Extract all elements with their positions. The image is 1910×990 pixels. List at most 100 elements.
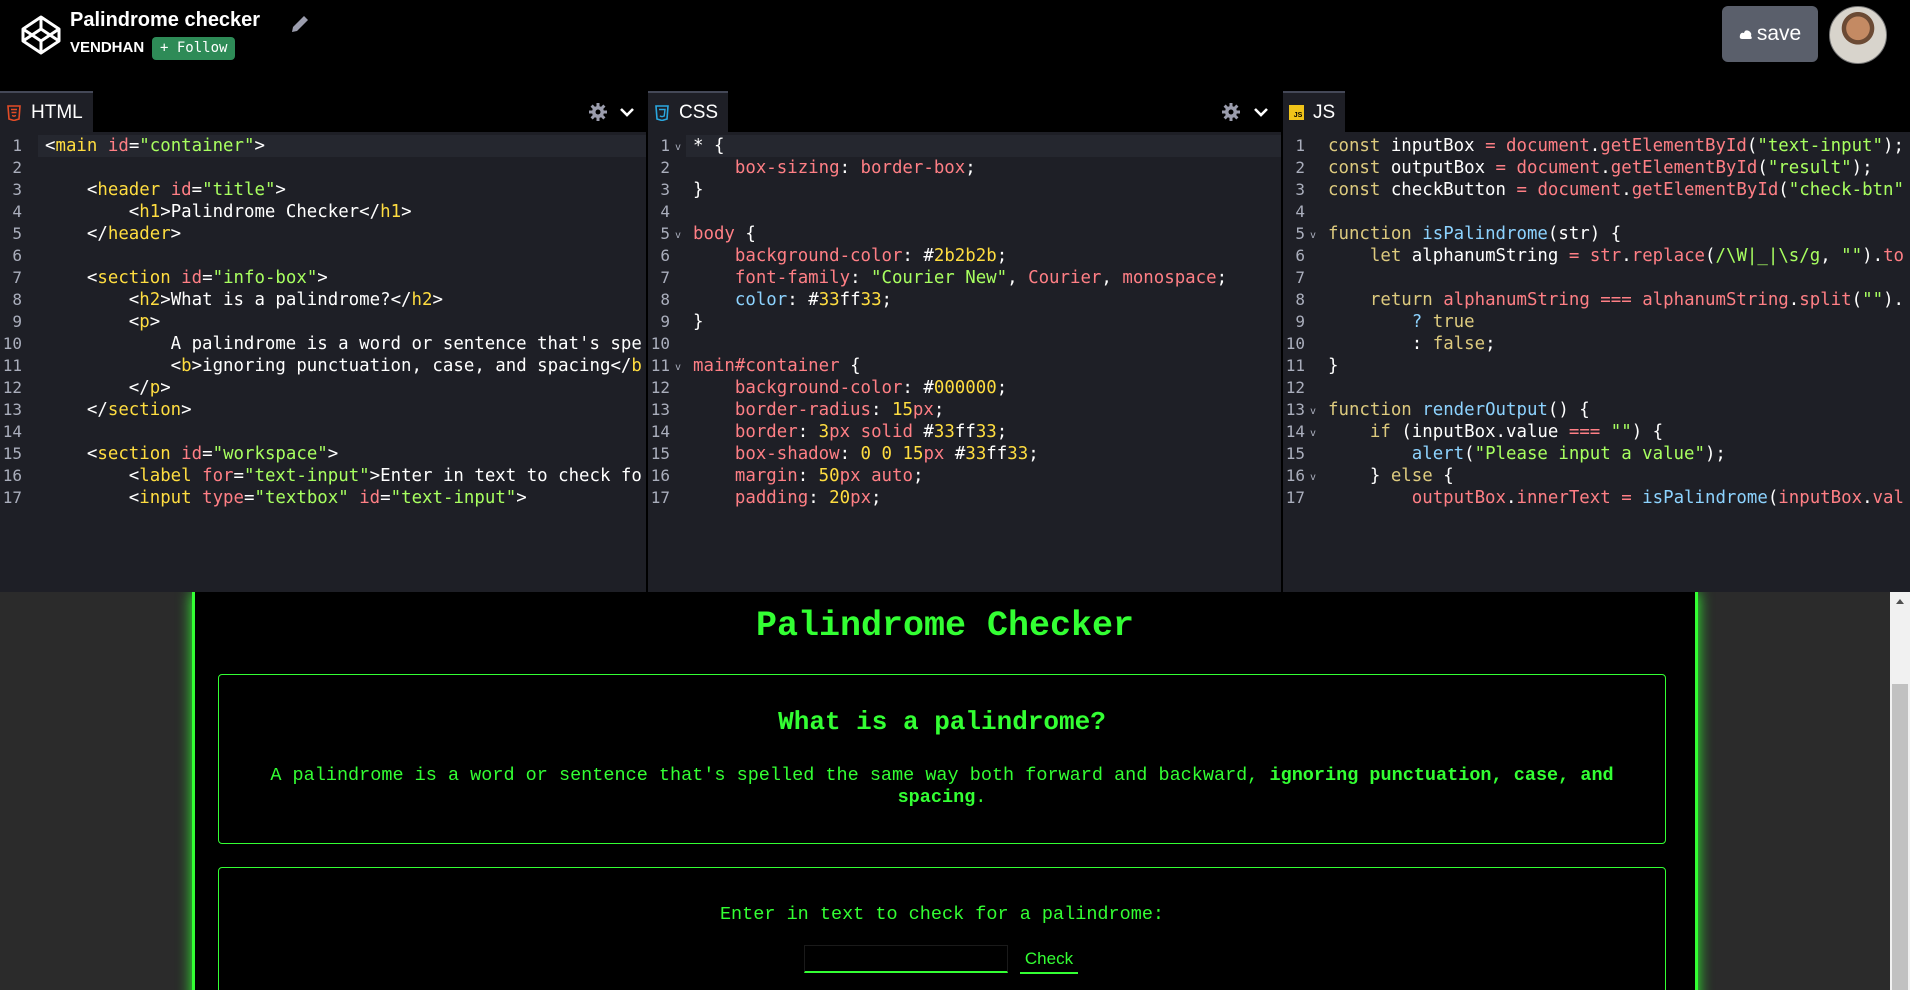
pen-title[interactable]: Palindrome checker [70, 9, 260, 32]
user-avatar[interactable] [1829, 6, 1887, 64]
html-collapse-chevron-icon[interactable] [617, 102, 637, 122]
code-line[interactable]: color: #33ff33; [693, 289, 892, 311]
code-line[interactable]: * { [693, 135, 724, 157]
follow-button[interactable]: + Follow [152, 37, 236, 60]
line-number: 5 [12, 224, 22, 243]
line-number: 11 [650, 356, 670, 375]
scrollbar-thumb[interactable] [1892, 684, 1908, 990]
css-code-editor[interactable]: 1 v 2 3 4 5 v 6 7 8 9 10 11 v 12 13 14 15 16 17 * { box-siz… [648, 132, 1281, 592]
code-line[interactable]: A palindrome is a word or sentence that'… [45, 333, 642, 355]
code-line[interactable]: box-shadow: 0 0 15px #33ff33; [693, 443, 1039, 465]
code-line[interactable]: function renderOutput() { [1328, 399, 1590, 421]
code-token: "" [1610, 422, 1632, 442]
code-line[interactable]: } [693, 179, 703, 201]
js-tab[interactable]: JS JS [1283, 91, 1346, 132]
code-line[interactable]: <section id="info-box"> [45, 267, 328, 289]
code-token: type [202, 488, 244, 508]
fold-toggle-icon[interactable]: v [675, 355, 681, 377]
code-line[interactable]: </p> [45, 377, 171, 399]
codepen-logo-icon[interactable] [20, 14, 62, 56]
code-token: id [170, 180, 192, 200]
save-button[interactable]: save [1722, 6, 1818, 62]
code-token: border-box [860, 158, 966, 178]
css-collapse-chevron-icon[interactable] [1251, 102, 1271, 122]
scroll-up-arrow-icon[interactable] [1894, 596, 1906, 608]
code-line[interactable]: </header> [45, 223, 181, 245]
js-pane-header: JS JS [1283, 91, 1910, 132]
code-line[interactable]: <section id="workspace"> [45, 443, 338, 465]
code-token: "" [1862, 290, 1884, 310]
code-line[interactable]: font-family: "Courier New", Courier, mon… [693, 267, 1227, 289]
code-line[interactable]: main#container { [693, 355, 861, 377]
js-code-editor[interactable]: 1 2 3 4 5 v 6 7 8 9 10 11 12 13 v 14 v 15 16 v 17 const inpu… [1283, 132, 1910, 592]
code-line[interactable]: let alphanumString = str.replace(/\W|_|\… [1328, 245, 1904, 267]
code-token: ( [1851, 290, 1863, 310]
info-text: A palindrome is a word or sentence that'… [270, 765, 1270, 786]
fold-toggle-icon[interactable]: v [675, 135, 681, 157]
edit-title-pencil-icon[interactable] [288, 12, 312, 36]
code-line[interactable]: <main id="container"> [45, 135, 265, 157]
css-settings-gear-icon[interactable] [1221, 102, 1241, 122]
code-line[interactable]: } [693, 311, 703, 333]
code-line[interactable]: </section> [45, 399, 192, 421]
code-line[interactable]: <input type="textbox" id="text-input"> [45, 487, 527, 509]
code-line[interactable]: body { [693, 223, 756, 245]
code-line[interactable]: box-sizing: border-box; [693, 157, 976, 179]
code-line[interactable]: <header id="title"> [45, 179, 286, 201]
html-code-editor[interactable]: 1 2 3 4 5 6 7 8 9 10 11 12 13 14 15 16 17 <main id="cont… [0, 132, 646, 592]
code-line[interactable]: return alphanumString === alphanumString… [1328, 289, 1904, 311]
code-token: border-radius [734, 400, 872, 420]
code-token: </ [86, 400, 108, 420]
code-line[interactable]: : false; [1328, 333, 1496, 355]
code-token: if [1369, 422, 1391, 442]
text-input[interactable] [804, 945, 1008, 973]
code-token: "Courier New" [871, 268, 1008, 288]
code-line[interactable]: background-color: #2b2b2b; [693, 245, 1007, 267]
code-line[interactable]: } else { [1328, 465, 1454, 487]
code-line[interactable]: const inputBox = document.getElementById… [1328, 135, 1904, 157]
code-token: main [55, 136, 98, 156]
author-name[interactable]: VENDHAN [70, 39, 144, 56]
fold-toggle-icon[interactable]: v [1310, 421, 1316, 443]
preview-scrollbar[interactable] [1890, 592, 1910, 990]
code-line[interactable]: ? true [1328, 311, 1475, 333]
code-token: ; [1216, 268, 1228, 288]
code-token: > [432, 290, 443, 310]
code-line[interactable]: outputBox.innerText = isPalindrome(input… [1328, 487, 1904, 509]
html-tab[interactable]: HTML [0, 91, 93, 132]
code-line[interactable]: <p> [45, 311, 160, 333]
code-token: ). [1883, 290, 1905, 310]
code-token: "text-input" [1757, 136, 1883, 156]
code-line[interactable]: <h2>What is a palindrome?</h2> [45, 289, 443, 311]
code-line[interactable]: <h1>Palindrome Checker</h1> [45, 201, 412, 223]
code-token: const [1328, 158, 1381, 178]
fold-toggle-icon[interactable]: v [1310, 465, 1316, 487]
code-line[interactable]: border: 3px solid #33ff33; [693, 421, 1007, 443]
code-line[interactable]: const checkButton = document.getElementB… [1328, 179, 1904, 201]
code-line[interactable]: } [1328, 355, 1338, 377]
code-line[interactable]: <label for="text-input">Enter in text to… [45, 465, 642, 487]
fold-toggle-icon[interactable]: v [675, 223, 681, 245]
code-line[interactable]: const outputBox = document.getElementByI… [1328, 157, 1873, 179]
code-token: . [1589, 136, 1601, 156]
fold-toggle-icon[interactable]: v [1310, 223, 1316, 245]
html-settings-gear-icon[interactable] [588, 102, 608, 122]
code-token: "result" [1767, 158, 1852, 178]
code-line[interactable]: padding: 20px; [693, 487, 882, 509]
fold-toggle-icon[interactable]: v [1310, 399, 1316, 421]
code-line[interactable]: function isPalindrome(str) { [1328, 223, 1621, 245]
code-line[interactable]: <b>ignoring punctuation, case, and spaci… [45, 355, 642, 377]
code-token: header [107, 224, 171, 244]
code-line[interactable]: margin: 50px auto; [693, 465, 924, 487]
code-token: ff [954, 422, 976, 442]
code-line[interactable]: if (inputBox.value === "") { [1328, 421, 1663, 443]
code-line[interactable]: background-color: #000000; [693, 377, 1007, 399]
check-button[interactable]: Check [1020, 945, 1078, 974]
css-tab[interactable]: CSS [648, 91, 729, 132]
code-line[interactable]: border-radius: 15px; [693, 399, 944, 421]
code-line[interactable]: alert("Please input a value"); [1328, 443, 1726, 465]
